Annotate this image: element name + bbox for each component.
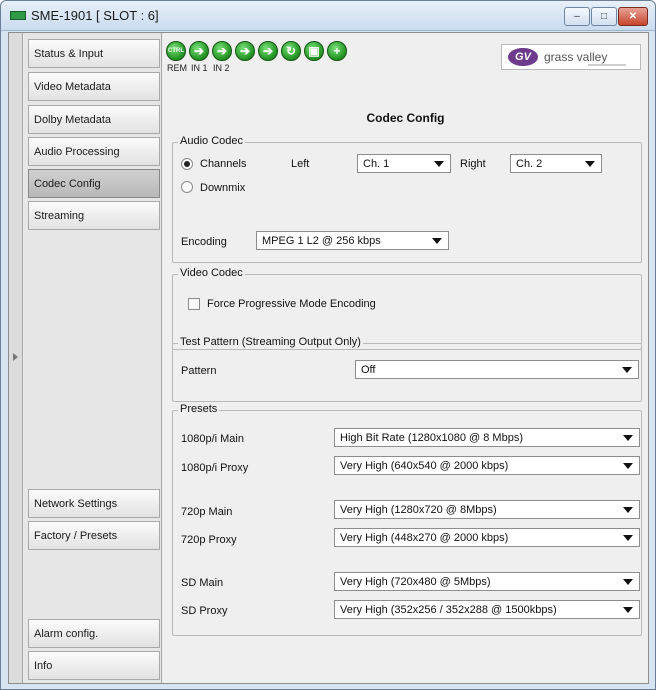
plus-icon: + bbox=[327, 41, 347, 61]
preset-1080-proxy-label: 1080p/i Proxy bbox=[181, 462, 249, 474]
loop-icon: ↻ bbox=[281, 41, 301, 61]
chevron-down-icon bbox=[623, 607, 633, 613]
test-pattern-title: Test Pattern (Streaming Output Only) bbox=[178, 336, 363, 348]
force-progressive-checkbox[interactable] bbox=[188, 298, 200, 310]
collapse-panel[interactable] bbox=[9, 33, 23, 683]
sidebar-item-dolby-metadata[interactable]: Dolby Metadata bbox=[28, 105, 160, 134]
encoding-label: Encoding bbox=[181, 236, 227, 248]
chevron-down-icon bbox=[623, 463, 633, 469]
ctrl-status-icon: CTRL bbox=[166, 41, 186, 61]
gv-logo-mark: GV bbox=[508, 48, 538, 66]
chevron-down-icon bbox=[434, 161, 444, 167]
arrow-right-icon: ➔ bbox=[258, 41, 278, 61]
chevron-down-icon bbox=[623, 579, 633, 585]
preset-sd-proxy-label: SD Proxy bbox=[181, 605, 228, 617]
arrow-right-icon: ➔ bbox=[235, 41, 255, 61]
expand-arrow-icon[interactable] bbox=[13, 353, 18, 361]
preset-720-main-dropdown[interactable]: Very High (1280x720 @ 8Mbps) bbox=[334, 500, 640, 519]
left-label: Left bbox=[291, 158, 310, 170]
preset-sd-main-dropdown[interactable]: Very High (720x480 @ 5Mbps) bbox=[334, 572, 640, 591]
arrow-right-icon: ➔ bbox=[212, 41, 232, 61]
chevron-down-icon bbox=[623, 507, 633, 513]
preset-sd-main-label: SD Main bbox=[181, 577, 224, 589]
sidebar-item-status-input[interactable]: Status & Input bbox=[28, 39, 160, 68]
downmix-radio[interactable] bbox=[181, 181, 193, 193]
preset-1080-main-dropdown[interactable]: High Bit Rate (1280x1080 @ 8 Mbps) bbox=[334, 428, 640, 447]
audio-codec-group: Audio Codec Channels Left Ch. 1 Right Ch… bbox=[172, 135, 642, 263]
maximize-button[interactable]: □ bbox=[591, 7, 617, 26]
module-icon: ▣ bbox=[304, 41, 324, 61]
sidebar-item-factory-presets[interactable]: Factory / Presets bbox=[28, 521, 160, 550]
minimize-button[interactable]: – bbox=[564, 7, 590, 26]
sidebar-item-streaming[interactable]: Streaming bbox=[28, 201, 160, 230]
presets-title: Presets bbox=[178, 403, 220, 415]
test-pattern-group: Test Pattern (Streaming Output Only) Pat… bbox=[172, 336, 642, 402]
arrow-right-icon: ➔ bbox=[189, 41, 209, 61]
right-label: Right bbox=[460, 158, 486, 170]
presets-group: Presets 1080p/i Main High Bit Rate (1280… bbox=[172, 403, 642, 636]
sidebar-item-video-metadata[interactable]: Video Metadata bbox=[28, 72, 160, 101]
pattern-label: Pattern bbox=[181, 365, 217, 377]
in2-label: IN 2 bbox=[213, 63, 230, 73]
downmix-label: Downmix bbox=[200, 182, 246, 194]
preset-sd-proxy-dropdown[interactable]: Very High (352x256 / 352x288 @ 1500kbps) bbox=[334, 600, 640, 619]
audio-codec-title: Audio Codec bbox=[178, 135, 245, 147]
chevron-down-icon bbox=[585, 161, 595, 167]
title-bar[interactable]: SME-1901 [ SLOT : 6] – □ ✕ bbox=[1, 1, 655, 31]
preset-720-proxy-dropdown[interactable]: Very High (448x270 @ 2000 kbps) bbox=[334, 528, 640, 547]
video-codec-title: Video Codec bbox=[178, 267, 245, 279]
chevron-down-icon bbox=[622, 367, 632, 373]
preset-720-proxy-label: 720p Proxy bbox=[181, 534, 237, 546]
preset-1080-proxy-dropdown[interactable]: Very High (640x540 @ 2000 kbps) bbox=[334, 456, 640, 475]
chevron-down-icon bbox=[623, 535, 633, 541]
channels-label: Channels bbox=[200, 158, 247, 170]
window-title: SME-1901 [ SLOT : 6] bbox=[31, 8, 159, 23]
in1-label: IN 1 bbox=[191, 63, 208, 73]
right-channel-dropdown[interactable]: Ch. 2 bbox=[510, 154, 602, 173]
gv-logo-text: grass valley bbox=[544, 50, 608, 64]
main-panel: CTRL ➔ ➔ ➔ ➔ ↻ ▣ + REM IN 1 IN 2 GV gras… bbox=[163, 33, 648, 683]
chevron-down-icon bbox=[432, 238, 442, 244]
force-progressive-label: Force Progressive Mode Encoding bbox=[207, 298, 376, 310]
sidebar-item-network-settings[interactable]: Network Settings bbox=[28, 489, 160, 518]
client-area: Status & Input Video Metadata Dolby Meta… bbox=[8, 32, 649, 684]
sidebar: Status & Input Video Metadata Dolby Meta… bbox=[24, 33, 162, 683]
sidebar-item-codec-config[interactable]: Codec Config bbox=[28, 169, 160, 198]
page-title: Codec Config bbox=[366, 111, 445, 125]
channels-radio[interactable] bbox=[181, 158, 193, 170]
app-icon bbox=[10, 11, 26, 20]
sidebar-item-audio-processing[interactable]: Audio Processing bbox=[28, 137, 160, 166]
preset-720-main-label: 720p Main bbox=[181, 506, 233, 518]
sidebar-item-info[interactable]: Info bbox=[28, 651, 160, 680]
encoding-dropdown[interactable]: MPEG 1 L2 @ 256 kbps bbox=[256, 231, 449, 250]
logo-underline bbox=[588, 64, 626, 66]
rem-label: REM bbox=[167, 63, 187, 73]
sidebar-item-alarm-config[interactable]: Alarm config. bbox=[28, 619, 160, 648]
preset-1080-main-label: 1080p/i Main bbox=[181, 433, 244, 445]
grass-valley-logo: GV grass valley bbox=[501, 44, 641, 70]
close-button[interactable]: ✕ bbox=[618, 7, 648, 26]
app-window: SME-1901 [ SLOT : 6] – □ ✕ Status & Inpu… bbox=[0, 0, 656, 690]
left-channel-dropdown[interactable]: Ch. 1 bbox=[357, 154, 451, 173]
pattern-dropdown[interactable]: Off bbox=[355, 360, 639, 379]
chevron-down-icon bbox=[623, 435, 633, 441]
